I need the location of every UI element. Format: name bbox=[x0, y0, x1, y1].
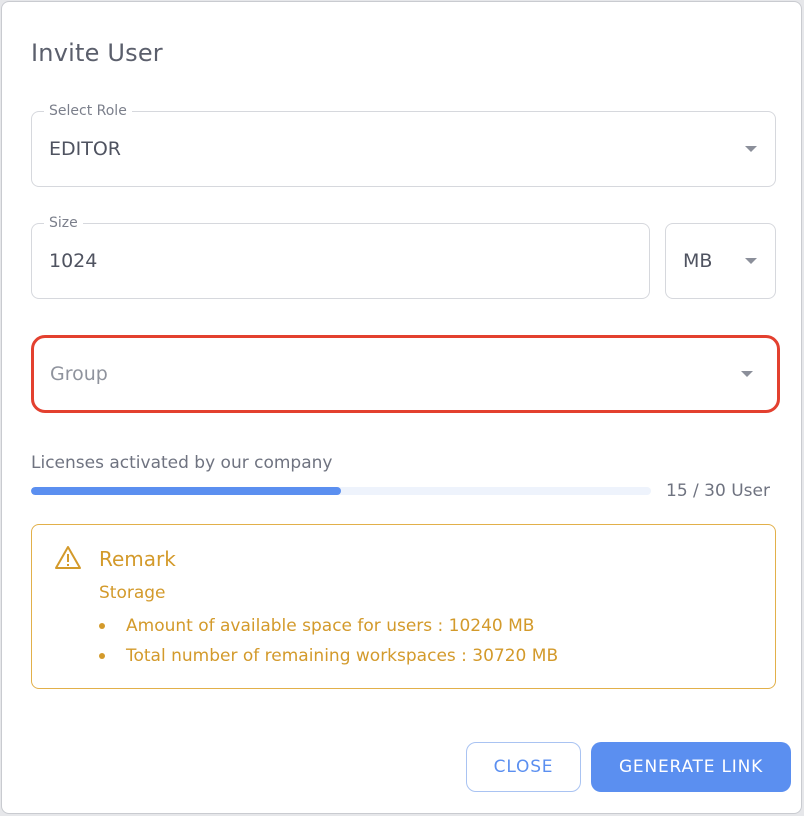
remark-item-text: Amount of available space for users : 10… bbox=[126, 616, 535, 636]
chevron-down-icon bbox=[741, 371, 753, 377]
chevron-down-icon bbox=[745, 146, 757, 152]
dialog-title: Invite User bbox=[31, 39, 163, 67]
invite-user-dialog: Invite User Select Role EDITOR Size 1024… bbox=[1, 1, 802, 814]
remark-item-text: Total number of remaining workspaces : 3… bbox=[126, 646, 559, 666]
licenses-progress-bar bbox=[31, 487, 651, 495]
licenses-progress-fill bbox=[31, 487, 341, 495]
size-unit-dropdown[interactable]: MB bbox=[665, 223, 776, 299]
warning-icon bbox=[55, 546, 81, 569]
licenses-count: 15 / 30 User bbox=[666, 481, 770, 501]
remark-list: Amount of available space for users : 10… bbox=[99, 611, 558, 671]
remark-box: Remark Storage Amount of available space… bbox=[31, 524, 776, 689]
size-value: 1024 bbox=[49, 250, 98, 272]
size-input[interactable]: Size 1024 bbox=[31, 214, 650, 299]
bullet-icon bbox=[99, 653, 105, 659]
remark-title: Remark bbox=[99, 547, 176, 571]
list-item: Total number of remaining workspaces : 3… bbox=[99, 641, 558, 671]
close-button[interactable]: CLOSE bbox=[466, 742, 581, 792]
select-role-value: EDITOR bbox=[49, 138, 122, 160]
group-placeholder: Group bbox=[50, 363, 108, 385]
remark-subtitle: Storage bbox=[99, 583, 166, 603]
chevron-down-icon bbox=[745, 258, 757, 264]
licenses-label: Licenses activated by our company bbox=[31, 453, 333, 473]
size-unit-value: MB bbox=[683, 250, 713, 272]
bullet-icon bbox=[99, 623, 105, 629]
list-item: Amount of available space for users : 10… bbox=[99, 611, 558, 641]
group-dropdown[interactable]: Group bbox=[31, 335, 780, 413]
select-role-dropdown[interactable]: Select Role EDITOR bbox=[31, 102, 776, 187]
generate-link-button[interactable]: GENERATE LINK bbox=[591, 742, 791, 792]
